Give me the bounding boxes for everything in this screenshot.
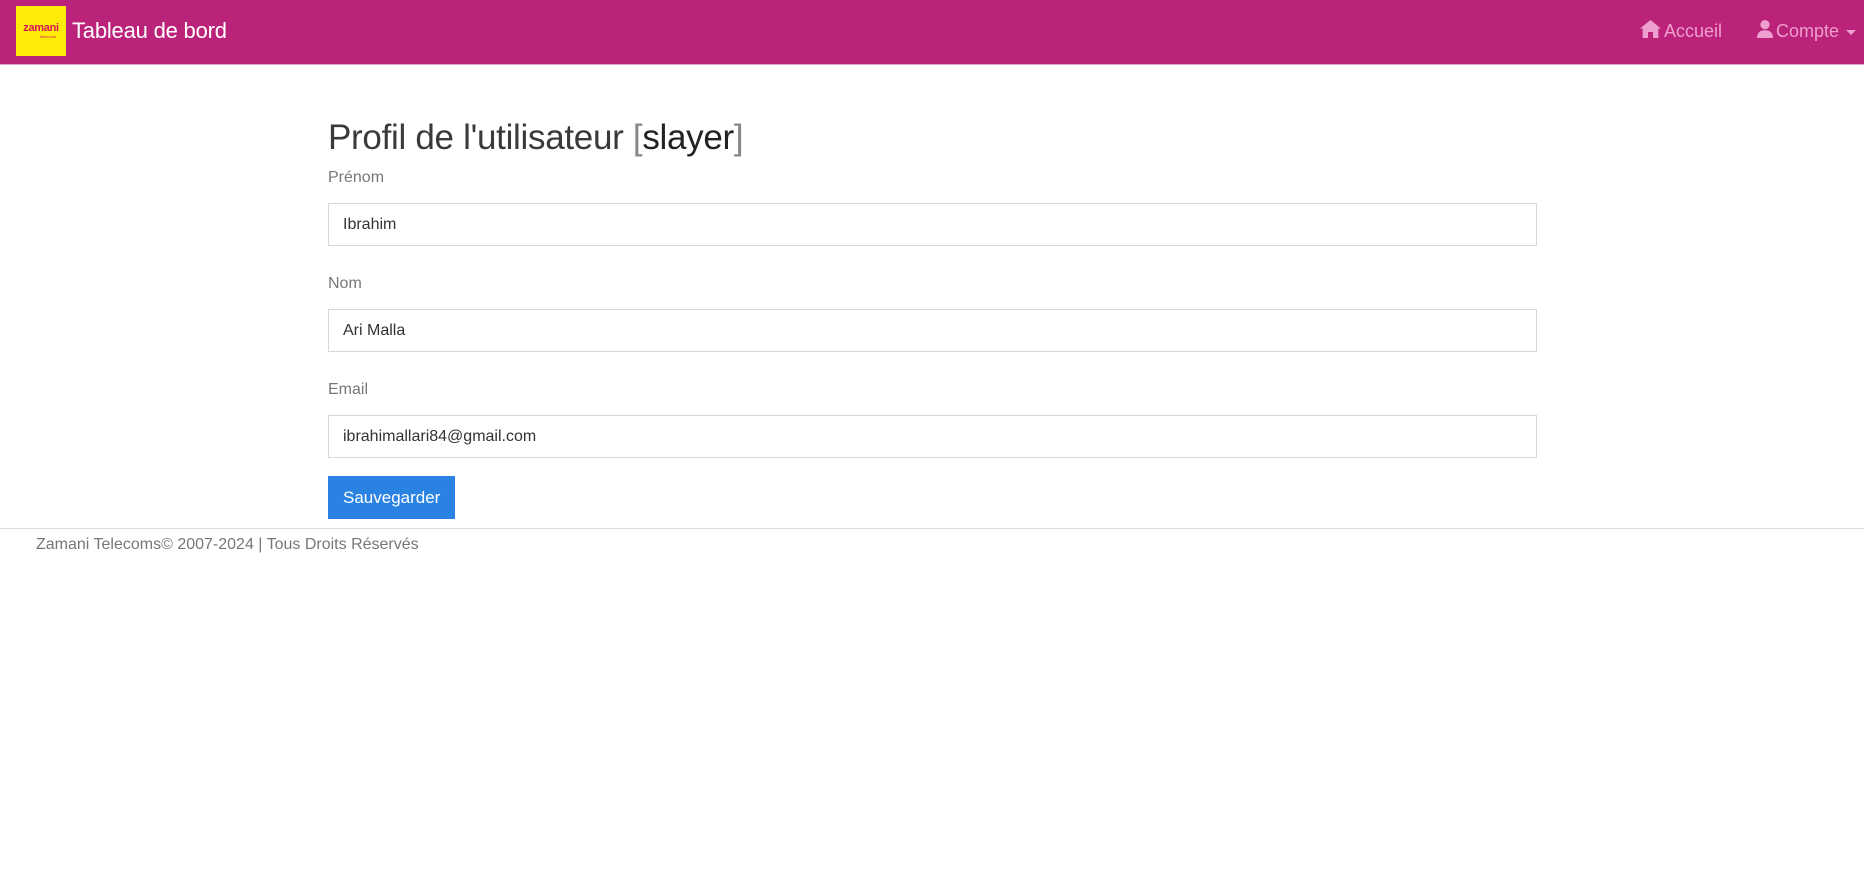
nav-home-label: Accueil [1663,20,1722,41]
logo-subtext: telecoms [39,34,56,39]
page-title: Profil de l'utilisateur [slayer] [328,108,1537,168]
save-button[interactable]: Sauvegarder [328,476,456,519]
caret-down-icon [1846,29,1856,35]
top-navbar: zamani telecoms Tableau de bord Accueil … [0,0,1864,65]
logo-text: zamani [23,22,59,34]
page-title-prefix: Profil de l'utilisateur [328,118,633,157]
last-name-group: Nom [328,274,1537,352]
bracket-open: [ [632,118,643,157]
nav-home-link[interactable]: Accueil [1639,19,1722,43]
navbar-title: Tableau de bord [72,18,227,43]
email-label: Email [328,381,369,398]
bracket-close: ] [733,118,744,157]
first-name-input[interactable] [328,203,1537,246]
footer-copyright: Zamani Telecoms© 2007-2024 | Tous Droits… [36,536,419,553]
nav-account-label: Compte [1775,20,1839,41]
last-name-label: Nom [328,275,362,292]
first-name-group: Prénom [328,168,1537,246]
last-name-input[interactable] [328,309,1537,352]
footer: Zamani Telecoms© 2007-2024 | Tous Droits… [0,528,1864,556]
zamani-logo: zamani telecoms [16,6,66,56]
account-dropdown-toggle[interactable]: Compte [1756,19,1864,43]
navbar-right-menu: Accueil Compte [1639,18,1864,44]
first-name-label: Prénom [328,169,385,186]
page-title-username: slayer [642,118,734,157]
email-input[interactable] [328,415,1537,458]
user-icon [1756,19,1776,43]
profile-form: Prénom Nom Email Sauvegarder [328,168,1537,519]
brand-link[interactable]: zamani telecoms Tableau de bord [16,6,227,56]
home-icon [1639,19,1664,43]
profile-content: Profil de l'utilisateur [slayer] Prénom … [328,108,1537,519]
email-group: Email [328,380,1537,458]
